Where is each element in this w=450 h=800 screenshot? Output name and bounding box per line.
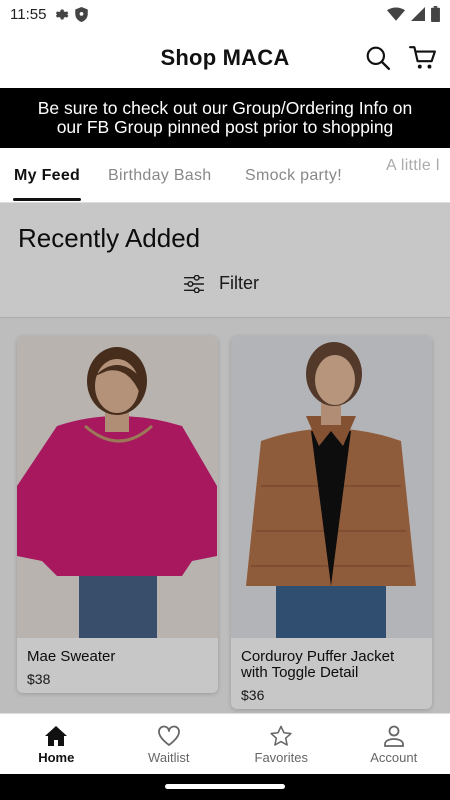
product-info: Corduroy Puffer Jacket with Toggle Detai… (231, 638, 432, 709)
cart-icon (409, 46, 436, 69)
announcement-banner[interactable]: Be sure to check out our Group/Ordering … (0, 88, 450, 148)
product-card[interactable]: Corduroy Puffer Jacket with Toggle Detai… (231, 336, 432, 709)
search-button[interactable] (364, 44, 392, 72)
battery-icon (431, 6, 440, 22)
system-nav-bar (0, 774, 450, 800)
wifi-icon (387, 7, 405, 21)
product-image (231, 336, 432, 638)
account-icon (383, 725, 404, 747)
nav-home-label: Home (38, 749, 75, 765)
home-gesture-pill[interactable] (165, 784, 285, 789)
star-icon (270, 725, 292, 746)
heart-icon (157, 725, 180, 746)
nav-favorites-label: Favorites (254, 749, 308, 765)
product-name: Corduroy Puffer Jacket with Toggle Detai… (241, 648, 395, 681)
shield-icon (75, 6, 89, 22)
cart-button[interactable] (409, 44, 437, 72)
tab-birthday-bash[interactable]: Birthday Bash (108, 148, 212, 202)
filter-button[interactable]: Filter (183, 273, 259, 294)
status-bar: 11:55 (0, 0, 450, 28)
bottom-nav: Home Waitlist Favorites Account (0, 713, 450, 774)
tab-a-little[interactable]: A little l (386, 148, 440, 193)
sliders-icon (184, 274, 204, 293)
app-header: Shop MACA (0, 28, 450, 88)
product-name: Mae Sweater (27, 648, 116, 665)
product-card[interactable]: Mae Sweater $38 (17, 336, 218, 693)
nav-account-label: Account (370, 749, 418, 765)
home-icon (45, 725, 68, 746)
filter-label: Filter (219, 273, 259, 293)
feed-content: Recently Added Filter Mae Sweater $38 Co… (0, 203, 450, 713)
nav-waitlist[interactable]: Waitlist (113, 714, 226, 775)
tab-smock-party[interactable]: Smock party! (245, 148, 342, 202)
nav-home[interactable]: Home (0, 714, 113, 775)
search-icon (366, 46, 391, 71)
product-info: Mae Sweater $38 (17, 638, 218, 693)
product-price: $38 (27, 671, 51, 687)
nav-favorites[interactable]: Favorites (225, 714, 338, 775)
tab-my-feed[interactable]: My Feed (12, 148, 82, 202)
banner-line-2: our FB Group pinned post prior to shoppi… (56, 117, 394, 137)
status-time: 11:55 (10, 5, 47, 23)
product-image (17, 336, 218, 638)
category-tabs: My Feed Birthday Bash Smock party! A lit… (0, 148, 450, 203)
section-header: Recently Added Filter (0, 203, 450, 318)
app-title: Shop MACA (160, 45, 290, 70)
nav-waitlist-label: Waitlist (148, 749, 190, 765)
banner-line-1: Be sure to check out our Group/Ordering … (37, 98, 413, 118)
product-price: $36 (241, 687, 265, 703)
signal-icon (411, 7, 425, 21)
nav-account[interactable]: Account (338, 714, 450, 775)
settings-gear-icon (56, 9, 69, 19)
section-title: Recently Added (18, 223, 201, 253)
